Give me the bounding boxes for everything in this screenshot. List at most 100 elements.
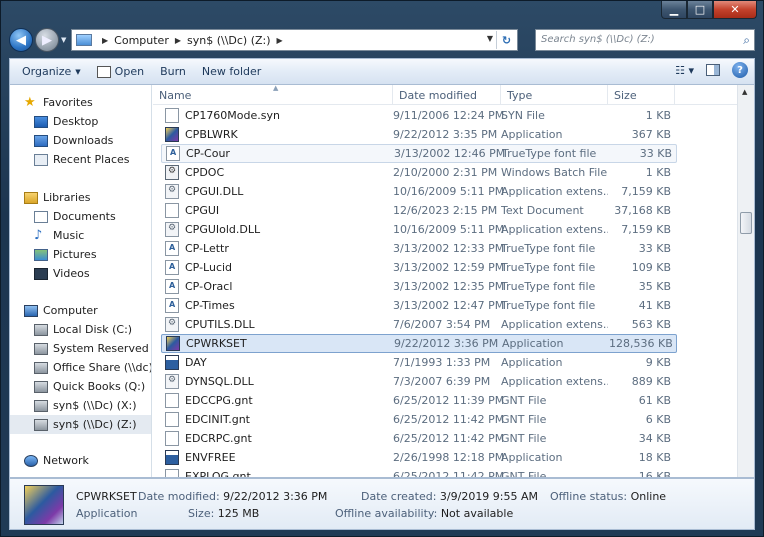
nav-label: Libraries xyxy=(43,191,91,204)
file-size: 33 KB xyxy=(639,147,672,160)
preview-pane-icon[interactable] xyxy=(706,64,720,76)
value: 3/9/2019 9:55 AM xyxy=(439,490,539,503)
nav-label: Computer xyxy=(43,304,98,317)
file-row[interactable]: ENVFREE 2/26/1998 12:18 PM Application 18 K… xyxy=(161,448,677,467)
minimize-button[interactable]: ▁ xyxy=(661,1,687,19)
file-row[interactable]: CPWRKSET 9/22/2012 3:36 PM Application 128,… xyxy=(161,334,677,353)
nav-drive-q[interactable]: Quick Books (Q:) xyxy=(34,377,151,396)
nav-computer[interactable]: Computer xyxy=(24,301,151,320)
close-button[interactable]: ✕ xyxy=(713,1,757,19)
new-folder-button[interactable]: New folder xyxy=(194,61,269,83)
file-row[interactable]: CP-Oracl 3/13/2002 12:35 PMTrueType font … xyxy=(161,277,677,296)
label: Offline availability: xyxy=(335,507,438,520)
file-row[interactable]: CPBLWRK 9/22/2012 3:35 PM Application 367 K… xyxy=(161,125,677,144)
caption-buttons: ▁ □ ✕ xyxy=(661,1,757,20)
file-row[interactable]: DAY 7/1/1993 1:33 PM Application 9 KB xyxy=(161,353,677,372)
address-row: ◀ ▶ ▼ ▶ Computer ▶ syn$ (\\Dc) (Z:) ▶ ▼ ↻ … xyxy=(7,27,755,53)
column-header: Name Date modified Type Size ▲ xyxy=(153,85,737,105)
search-input[interactable]: Search syn$ (\\Dc) (Z:) ⌕ xyxy=(535,29,755,51)
file-name-cell: DAY xyxy=(161,355,393,370)
nav-recent-places[interactable]: Recent Places xyxy=(34,150,151,169)
file-name: EDCINIT.gnt xyxy=(185,413,250,426)
file-row[interactable]: CPGUI.DLL 10/16/2009 5:11 PMApplication e… xyxy=(161,182,677,201)
file-row[interactable]: CPDOC 2/10/2000 2:31 PMWindows Batch File… xyxy=(161,163,677,182)
column-date-modified[interactable]: Date modified xyxy=(393,85,501,105)
nav-desktop[interactable]: Desktop xyxy=(34,112,151,131)
change-view-icon[interactable]: ☷ ▾ xyxy=(675,64,694,77)
file-type: Text Document xyxy=(501,204,584,217)
nav-network[interactable]: Network xyxy=(24,451,151,470)
recent-pages-dropdown[interactable]: ▼ xyxy=(61,36,66,44)
open-button[interactable]: Open xyxy=(89,61,152,83)
file-name-cell: CP-Lucid xyxy=(161,260,393,275)
scrollbar-thumb[interactable] xyxy=(740,212,752,234)
forward-button[interactable]: ▶ xyxy=(35,28,59,52)
file-type: GNT File xyxy=(501,394,547,407)
column-size[interactable]: Size xyxy=(608,85,675,105)
column-type[interactable]: Type xyxy=(501,85,608,105)
file-row[interactable]: DYNSQL.DLL 7/3/2007 6:39 PM Application ex… xyxy=(161,372,677,391)
file-row[interactable]: CPGUIold.DLL 10/16/2009 5:11 PMApplicatio… xyxy=(161,220,677,239)
nav-libraries[interactable]: Libraries xyxy=(24,188,151,207)
nav-videos[interactable]: Videos xyxy=(34,264,151,283)
file-size: 35 KB xyxy=(638,280,671,293)
file-type: Application xyxy=(501,451,563,464)
chevron-down-icon[interactable]: ▼ xyxy=(487,34,493,43)
file-row[interactable]: CP-Cour 3/13/2002 12:46 PMTrueType font f… xyxy=(161,144,677,163)
nav-drive-x[interactable]: syn$ (\\Dc) (X:) xyxy=(34,396,151,415)
nav-favorites[interactable]: ★ Favorites xyxy=(24,93,151,112)
star-icon: ★ xyxy=(24,94,36,110)
breadcrumb-drive[interactable]: syn$ (\\Dc) (Z:) xyxy=(187,34,271,47)
nav-drive-f[interactable]: System Reserved (F:) xyxy=(34,339,151,358)
scroll-up-icon[interactable]: ▲ xyxy=(742,88,747,96)
nav-label: syn$ (\\Dc) (X:) xyxy=(53,399,137,412)
nav-downloads[interactable]: Downloads xyxy=(34,131,151,150)
label: Date created: xyxy=(361,490,437,503)
nav-label: syn$ (\\Dc) (Z:) xyxy=(53,418,137,431)
file-row[interactable]: EDCINIT.gnt 6/25/2012 11:42 PM GNT File 6 K… xyxy=(161,410,677,429)
recent-places-icon xyxy=(34,153,48,166)
file-name-cell: CP-Oracl xyxy=(161,279,393,294)
file-row[interactable]: CP-Lettr 3/13/2002 12:33 PMTrueType font … xyxy=(161,239,677,258)
refresh-icon[interactable]: ↻ xyxy=(496,31,516,49)
vertical-scrollbar[interactable]: ▲ xyxy=(737,85,754,477)
navigation-pane[interactable]: ★ Favorites Desktop Downloads Recent Plac… xyxy=(10,85,152,477)
file-date: 9/22/2012 3:36 PM xyxy=(394,337,499,350)
help-icon[interactable]: ? xyxy=(732,62,748,78)
nav-pictures[interactable]: Pictures xyxy=(34,245,151,264)
file-row[interactable]: CPGUI 12/6/2023 2:15 PM Text Document 37,16… xyxy=(161,201,677,220)
file-name: CPUTILS.DLL xyxy=(185,318,255,331)
nav-music[interactable]: ♪ Music xyxy=(34,226,151,245)
file-type: Application xyxy=(501,356,563,369)
file-row[interactable]: CP-Lucid 3/13/2002 12:59 PMTrueType font … xyxy=(161,258,677,277)
label: Offline status: xyxy=(550,490,628,503)
maximize-button[interactable]: □ xyxy=(687,1,713,19)
burn-button[interactable]: Burn xyxy=(152,61,194,83)
details-size: Size: 125 MB xyxy=(188,507,259,520)
breadcrumb-computer[interactable]: Computer xyxy=(114,34,169,47)
file-name-cell: CPDOC xyxy=(161,165,393,180)
search-icon[interactable]: ⌕ xyxy=(743,33,750,48)
file-type-icon xyxy=(165,317,179,332)
file-row[interactable]: CPUTILS.DLL 7/6/2007 3:54 PM Application e… xyxy=(161,315,677,334)
nav-drive-office-share[interactable]: Office Share (\\dc) ( xyxy=(34,358,151,377)
file-name-cell: CP-Cour xyxy=(162,146,394,161)
nav-drive-z[interactable]: syn$ (\\Dc) (Z:) xyxy=(10,415,151,434)
file-date: 12/6/2023 2:15 PM xyxy=(393,204,498,217)
back-button[interactable]: ◀ xyxy=(9,28,33,52)
organize-button[interactable]: Organize ▼ xyxy=(14,61,89,83)
file-name-cell: EXPLOG.gnt xyxy=(161,469,393,477)
file-row[interactable]: CP1760Mode.syn 9/11/2006 12:24 PM SYN File… xyxy=(161,106,677,125)
address-bar[interactable]: ▶ Computer ▶ syn$ (\\Dc) (Z:) ▶ ▼ ↻ xyxy=(71,29,518,51)
file-row[interactable]: EXPLOG.gnt 6/25/2012 11:42 PM GNT File 16 K… xyxy=(161,467,677,477)
nav-drive-c[interactable]: Local Disk (C:) xyxy=(34,320,151,339)
file-row[interactable]: EDCRPC.gnt 6/25/2012 11:42 PM GNT File 34 K… xyxy=(161,429,677,448)
file-row[interactable]: EDCCPG.gnt 6/25/2012 11:39 PM GNT File 61 K… xyxy=(161,391,677,410)
file-list[interactable]: Name Date modified Type Size ▲ CP1760Mod… xyxy=(153,85,737,477)
file-row[interactable]: CP-Times 3/13/2002 12:47 PMTrueType font … xyxy=(161,296,677,315)
drive-icon xyxy=(34,323,48,336)
nav-documents[interactable]: Documents xyxy=(34,207,151,226)
desktop-icon xyxy=(34,115,48,128)
chevron-right-icon[interactable]: ▶ xyxy=(277,36,283,45)
file-name-cell: CPGUIold.DLL xyxy=(161,222,393,237)
